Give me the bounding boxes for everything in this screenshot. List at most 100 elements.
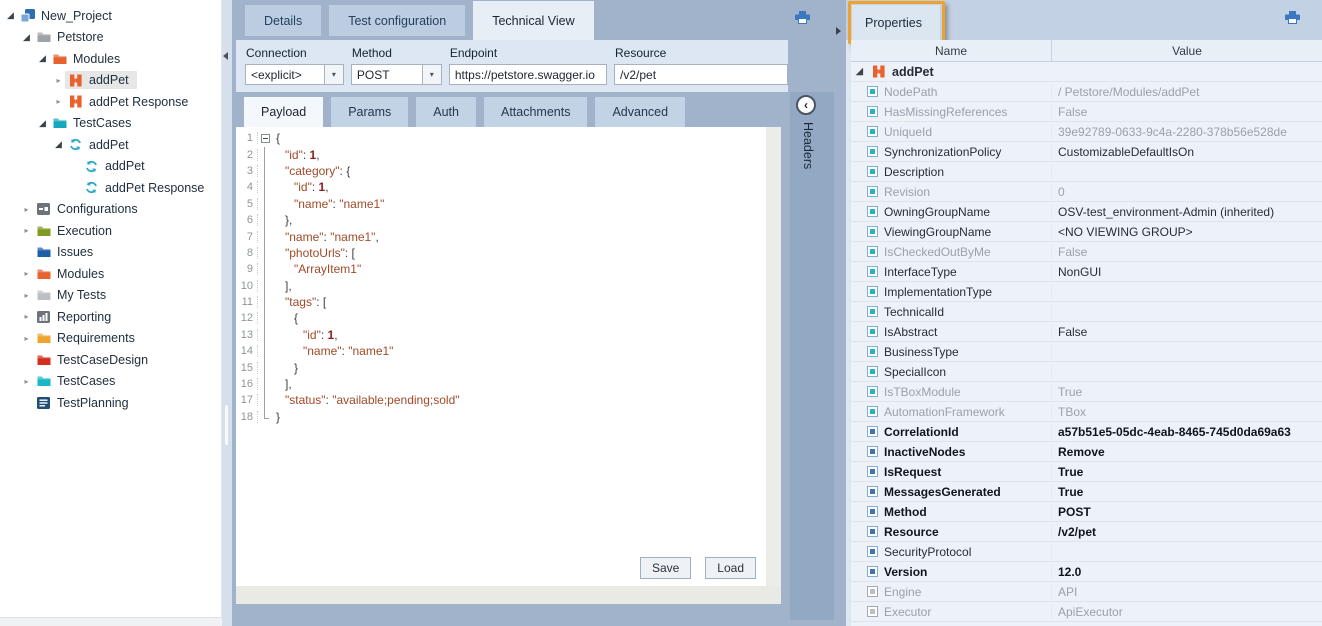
expand-arrow-icon[interactable]: ▸ — [52, 97, 65, 106]
expand-arrow-icon[interactable]: ▸ — [52, 76, 65, 85]
endpoint-input[interactable]: https://petstore.swagger.io — [449, 64, 607, 85]
collapse-arrow-icon[interactable]: ◢ — [36, 53, 49, 64]
load-button[interactable]: Load — [705, 557, 756, 579]
collapse-arrow-icon[interactable]: ◢ — [854, 66, 865, 77]
tree-item-my-tests[interactable]: ▸ My Tests — [0, 285, 221, 307]
tab-details[interactable]: Details — [245, 5, 321, 36]
property-row-engine[interactable]: EngineAPI — [851, 582, 1322, 602]
property-value[interactable]: 39e92789-0633-9c4a-2280-378b56e528de — [1052, 125, 1322, 139]
headers-side-tab[interactable]: ‹ Headers — [790, 92, 834, 620]
property-root-row[interactable]: ◢ addPet — [851, 62, 1322, 82]
property-row-ischeckedoutbyme[interactable]: IsCheckedOutByMeFalse — [851, 242, 1322, 262]
property-row-synchronizationpolicy[interactable]: SynchronizationPolicyCustomizableDefault… — [851, 142, 1322, 162]
property-row-owninggroupname[interactable]: OwningGroupNameOSV-test_environment-Admi… — [851, 202, 1322, 222]
collapse-arrow-icon[interactable]: ◢ — [4, 10, 17, 21]
tab-technical-view[interactable]: Technical View — [473, 1, 593, 40]
property-row-viewinggroupname[interactable]: ViewingGroupName<NO VIEWING GROUP> — [851, 222, 1322, 242]
tab-test-configuration[interactable]: Test configuration — [329, 5, 465, 36]
property-value[interactable]: POST — [1052, 505, 1322, 519]
property-value[interactable]: True — [1052, 485, 1322, 499]
tab-payload[interactable]: Payload — [244, 97, 323, 127]
expand-arrow-icon[interactable]: ▸ — [20, 377, 33, 386]
tab-auth[interactable]: Auth — [416, 97, 476, 127]
property-value[interactable]: API — [1052, 585, 1322, 599]
property-value[interactable]: TBox — [1052, 405, 1322, 419]
tree-item-modules[interactable]: ◢ Modules — [0, 48, 221, 70]
tree-item-testcases[interactable]: ▸ TestCases — [0, 371, 221, 393]
fold-collapse-icon[interactable] — [258, 134, 272, 143]
tree-item-modules[interactable]: ▸ Modules — [0, 263, 221, 285]
method-select[interactable]: POST▾ — [351, 64, 442, 85]
expand-panel-icon[interactable] — [836, 27, 841, 35]
property-row-automationframework[interactable]: AutomationFrameworkTBox — [851, 402, 1322, 422]
expand-arrow-icon[interactable]: ▸ — [20, 226, 33, 235]
tab-advanced[interactable]: Advanced — [595, 97, 685, 127]
tree-item-addpet-response[interactable]: ▸ addPet Response — [0, 91, 221, 113]
property-value[interactable]: True — [1052, 385, 1322, 399]
column-header-value[interactable]: Value — [1052, 40, 1322, 61]
property-row-nodepath[interactable]: NodePath/ Petstore/Modules/addPet — [851, 82, 1322, 102]
tab-properties[interactable]: Properties — [852, 5, 940, 40]
tab-attachments[interactable]: Attachments — [484, 97, 587, 127]
tree-item-addpet[interactable]: ▸ addPet — [0, 70, 221, 92]
property-row-isrequest[interactable]: IsRequestTrue — [851, 462, 1322, 482]
property-row-securityprotocol[interactable]: SecurityProtocol — [851, 542, 1322, 562]
tree-item-petstore[interactable]: ◢ Petstore — [0, 27, 221, 49]
tree-item-testplanning[interactable]: TestPlanning — [0, 392, 221, 414]
property-row-description[interactable]: Description — [851, 162, 1322, 182]
property-value[interactable]: a57b51e5-05dc-4eab-8465-745d0da69a63 — [1052, 425, 1322, 439]
property-row-revision[interactable]: Revision0 — [851, 182, 1322, 202]
tree-item-addpet[interactable]: addPet — [0, 156, 221, 178]
connection-select[interactable]: <explicit>▾ — [245, 64, 344, 85]
property-row-uniqueid[interactable]: UniqueId39e92789-0633-9c4a-2280-378b56e5… — [851, 122, 1322, 142]
save-button[interactable]: Save — [640, 557, 691, 579]
expand-headers-button[interactable]: ‹ — [796, 95, 816, 115]
property-value[interactable]: <NO VIEWING GROUP> — [1052, 225, 1322, 239]
tree-item-reporting[interactable]: ▸ Reporting — [0, 306, 221, 328]
property-row-executor[interactable]: ExecutorApiExecutor — [851, 602, 1322, 622]
property-value[interactable]: 0 — [1052, 185, 1322, 199]
pin-panel-icon[interactable] — [1284, 11, 1301, 28]
tree-item-addpet[interactable]: ◢ addPet — [0, 134, 221, 156]
splitter-grip[interactable] — [225, 405, 228, 445]
property-row-specialicon[interactable]: SpecialIcon — [851, 362, 1322, 382]
property-row-hasmissingreferences[interactable]: HasMissingReferencesFalse — [851, 102, 1322, 122]
collapse-arrow-icon[interactable]: ◢ — [36, 118, 49, 129]
property-value[interactable]: False — [1052, 245, 1322, 259]
property-row-isabstract[interactable]: IsAbstractFalse — [851, 322, 1322, 342]
property-row-version[interactable]: Version12.0 — [851, 562, 1322, 582]
property-value[interactable]: True — [1052, 465, 1322, 479]
property-row-implementationtype[interactable]: ImplementationType — [851, 282, 1322, 302]
property-value[interactable]: False — [1052, 325, 1322, 339]
property-row-method[interactable]: MethodPOST — [851, 502, 1322, 522]
tree-item-issues[interactable]: Issues — [0, 242, 221, 264]
property-row-messagesgenerated[interactable]: MessagesGeneratedTrue — [851, 482, 1322, 502]
tree-item-configurations[interactable]: ▸ Configurations — [0, 199, 221, 221]
property-value[interactable]: OSV-test_environment-Admin (inherited) — [1052, 205, 1322, 219]
property-row-technicalid[interactable]: TechnicalId — [851, 302, 1322, 322]
property-row-interfacetype[interactable]: InterfaceTypeNonGUI — [851, 262, 1322, 282]
collapse-arrow-icon[interactable]: ◢ — [52, 139, 65, 150]
property-row-inactivenodes[interactable]: InactiveNodesRemove — [851, 442, 1322, 462]
property-row-businesstype[interactable]: BusinessType — [851, 342, 1322, 362]
tree-item-addpet-response[interactable]: addPet Response — [0, 177, 221, 199]
tree-item-new_project[interactable]: ◢ New_Project — [0, 5, 221, 27]
expand-arrow-icon[interactable]: ▸ — [20, 291, 33, 300]
property-value[interactable]: CustomizableDefaultIsOn — [1052, 145, 1322, 159]
expand-arrow-icon[interactable]: ▸ — [20, 269, 33, 278]
editor-vertical-scrollbar[interactable] — [766, 127, 781, 604]
property-value[interactable]: ApiExecutor — [1052, 605, 1322, 619]
expand-arrow-icon[interactable]: ▸ — [20, 312, 33, 321]
column-header-name[interactable]: Name — [851, 40, 1052, 61]
property-value[interactable]: NonGUI — [1052, 265, 1322, 279]
chevron-down-icon[interactable]: ▾ — [324, 65, 343, 84]
tab-params[interactable]: Params — [331, 97, 408, 127]
collapse-tree-icon[interactable] — [223, 52, 228, 60]
panel-splitter[interactable] — [222, 0, 232, 626]
property-row-istboxmodule[interactable]: IsTBoxModuleTrue — [851, 382, 1322, 402]
json-payload-editor[interactable]: 1{2"id": 1,3"category": {4"id": 1,5"name… — [236, 127, 766, 586]
chevron-down-icon[interactable]: ▾ — [422, 65, 441, 84]
expand-arrow-icon[interactable]: ▸ — [20, 334, 33, 343]
tree-item-execution[interactable]: ▸ Execution — [0, 220, 221, 242]
tree-item-testcasedesign[interactable]: TestCaseDesign — [0, 349, 221, 371]
